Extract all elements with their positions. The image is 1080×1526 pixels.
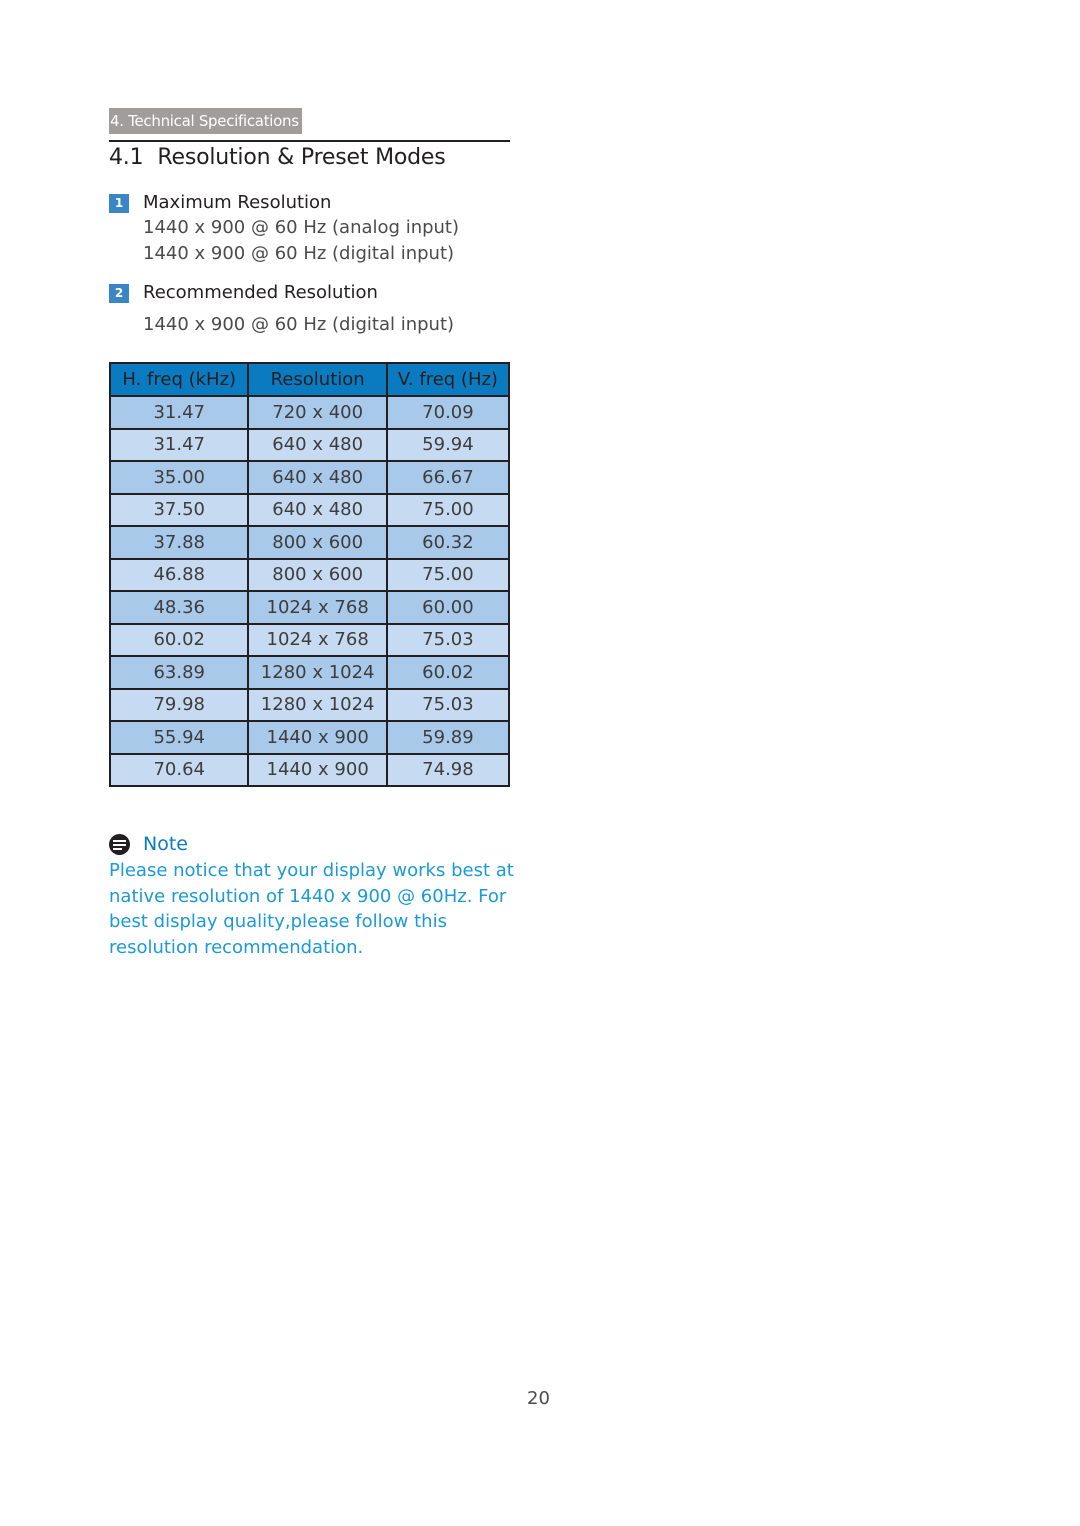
cell-resolution: 1280 x 1024 [247,655,388,690]
cell-hfreq: 63.89 [108,655,250,690]
cell-vfreq: 75.00 [385,492,511,527]
cell-hfreq: 60.02 [108,622,250,657]
header-divider [109,140,510,142]
table-row: 35.00 640 x 480 66.67 [108,460,511,495]
item-heading: Recommended Resolution [143,282,378,303]
cell-vfreq: 59.89 [385,720,511,755]
table-row: 63.89 1280 x 1024 60.02 [108,655,511,690]
note-text: Please notice that your display works be… [109,860,514,958]
cell-vfreq: 75.03 [385,687,511,722]
table-row: 55.94 1440 x 900 59.89 [108,720,511,755]
column-header-vfreq: V. freq (Hz) [385,362,511,397]
table-row: 48.36 1024 x 768 60.00 [108,590,511,625]
item-line: 1440 x 900 @ 60 Hz (digital input) [143,243,455,264]
number-badge: 1 [109,194,129,213]
cell-vfreq: 75.03 [385,622,511,657]
item-line: 1440 x 900 @ 60 Hz (digital input) [143,314,455,335]
cell-vfreq: 66.67 [385,460,511,495]
cell-hfreq: 31.47 [108,395,250,430]
cell-hfreq: 37.88 [108,525,250,560]
table-row: 31.47 720 x 400 70.09 [108,395,511,430]
cell-vfreq: 60.02 [385,655,511,690]
cell-hfreq: 55.94 [108,720,250,755]
cell-hfreq: 46.88 [108,557,250,592]
cell-hfreq: 35.00 [108,460,250,495]
cell-resolution: 640 x 480 [247,460,388,495]
table-row: 46.88 800 x 600 75.00 [108,557,511,592]
cell-resolution: 1440 x 900 [247,720,388,755]
page-number: 20 [527,1388,550,1409]
page-title: 4.1 Resolution & Preset Modes [109,144,446,172]
cell-resolution: 800 x 600 [247,525,388,560]
table-row: 37.88 800 x 600 60.32 [108,525,511,560]
table-row: 31.47 640 x 480 59.94 [108,427,511,462]
cell-resolution: 720 x 400 [247,395,388,430]
cell-vfreq: 70.09 [385,395,511,430]
column-header-resolution: Resolution [247,362,388,397]
cell-vfreq: 60.32 [385,525,511,560]
table-row: 60.02 1024 x 768 75.03 [108,622,511,657]
item-heading: Maximum Resolution [143,192,332,213]
preset-modes-table: H. freq (kHz) Resolution V. freq (Hz) 31… [108,362,511,787]
cell-vfreq: 59.94 [385,427,511,462]
cell-resolution: 640 x 480 [247,492,388,527]
cell-hfreq: 37.50 [108,492,250,527]
cell-vfreq: 60.00 [385,590,511,625]
note-icon [109,834,130,855]
cell-hfreq: 79.98 [108,687,250,722]
table-row: 37.50 640 x 480 75.00 [108,492,511,527]
item-line: 1440 x 900 @ 60 Hz (analog input) [143,217,460,238]
cell-vfreq: 75.00 [385,557,511,592]
cell-vfreq: 74.98 [385,752,511,787]
cell-resolution: 1024 x 768 [247,622,388,657]
section-title: Resolution & Preset Modes [157,145,446,170]
column-header-hfreq: H. freq (kHz) [108,362,250,397]
table-header-row: H. freq (kHz) Resolution V. freq (Hz) [108,362,511,397]
cell-resolution: 1440 x 900 [247,752,388,787]
note-label: Note [143,833,188,855]
cell-resolution: 640 x 480 [247,427,388,462]
table-row: 79.98 1280 x 1024 75.03 [108,687,511,722]
section-tag: 4. Technical Specifications [109,108,302,134]
cell-hfreq: 48.36 [108,590,250,625]
cell-hfreq: 31.47 [108,427,250,462]
table-row: 70.64 1440 x 900 74.98 [108,752,511,787]
cell-resolution: 1280 x 1024 [247,687,388,722]
number-badge: 2 [109,284,129,303]
cell-resolution: 800 x 600 [247,557,388,592]
cell-resolution: 1024 x 768 [247,590,388,625]
cell-hfreq: 70.64 [108,752,250,787]
section-number: 4.1 [109,145,144,170]
